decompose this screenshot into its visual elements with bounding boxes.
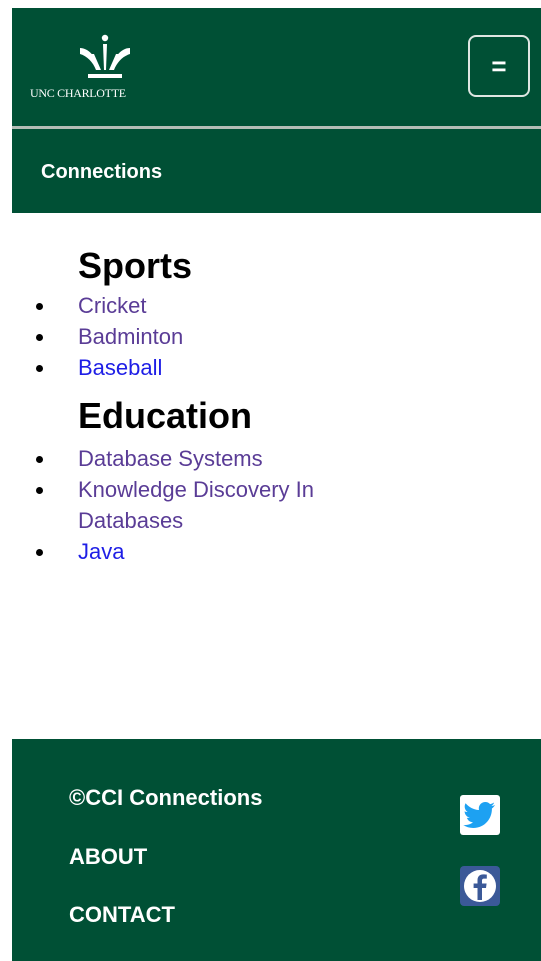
twitter-link[interactable]: [460, 795, 500, 835]
link-database-systems[interactable]: Database Systems: [78, 446, 263, 471]
bullet-icon: [36, 487, 43, 494]
brand-bar: Connections: [12, 129, 541, 213]
bullet-icon: [36, 303, 43, 310]
brand-title-link[interactable]: Connections: [41, 161, 162, 184]
facebook-link[interactable]: [460, 866, 500, 906]
bullet-icon: [36, 456, 43, 463]
footer: ©CCI Connections ABOUT CONTACT: [12, 739, 541, 961]
twitter-icon: [460, 795, 500, 835]
sports-list: Cricket Badminton Baseball: [0, 290, 541, 383]
link-java[interactable]: Java: [78, 539, 124, 564]
section-heading-education: Education: [78, 395, 253, 436]
menu-toggle-button[interactable]: =: [468, 35, 530, 97]
link-badminton[interactable]: Badminton: [78, 324, 183, 349]
link-baseball[interactable]: Baseball: [78, 355, 162, 380]
bullet-icon: [36, 334, 43, 341]
bullet-icon: [36, 549, 43, 556]
list-item: Database Systems: [0, 443, 398, 474]
link-cricket[interactable]: Cricket: [78, 293, 146, 318]
list-item: Baseball: [0, 352, 398, 383]
link-knowledge-discovery[interactable]: Knowledge Discovery In Databases: [78, 477, 314, 533]
list-item: Java: [0, 536, 398, 567]
section-heading-sports: Sports: [78, 245, 193, 286]
logo-wordmark: UNC CHARLOTTE: [30, 86, 126, 100]
footer-about-link[interactable]: ABOUT: [69, 844, 147, 870]
education-list: Database Systems Knowledge Discovery In …: [0, 443, 541, 567]
hamburger-icon: =: [491, 51, 507, 81]
list-item: Cricket: [0, 290, 398, 321]
crown-logo-icon: [80, 34, 130, 78]
top-header: UNC CHARLOTTE =: [12, 8, 541, 126]
bullet-icon: [36, 365, 43, 372]
footer-contact-link[interactable]: CONTACT: [69, 902, 175, 928]
footer-copyright: ©CCI Connections: [69, 785, 263, 810]
unc-charlotte-logo[interactable]: UNC CHARLOTTE: [30, 34, 180, 106]
list-item: Knowledge Discovery In Databases: [0, 474, 398, 536]
facebook-icon: [460, 866, 500, 906]
list-item: Badminton: [0, 321, 398, 352]
page: UNC CHARLOTTE = Connections Sports Crick…: [0, 0, 541, 961]
